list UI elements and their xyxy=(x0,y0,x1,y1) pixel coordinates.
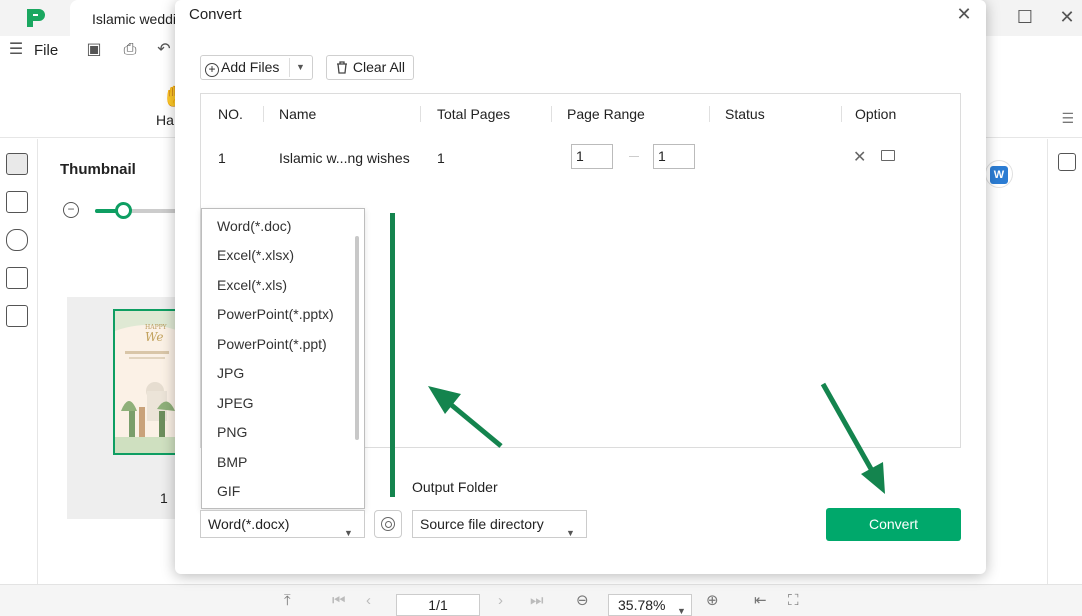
menu-icon[interactable]: ☰ xyxy=(6,40,26,60)
next-page-icon[interactable]: › xyxy=(498,593,503,609)
word-icon: W xyxy=(990,166,1008,184)
wedding-card-illustration: HAPPY We xyxy=(115,311,175,453)
zoom-level-value: 35.78% xyxy=(618,597,666,613)
thumbnail-title: Thumbnail xyxy=(60,161,136,178)
annotation-arrow-down xyxy=(820,382,885,494)
status-bar: ⤒ ⏮ ‹ › ⏭ ⊖ ⊕ ⇤ ⛶ xyxy=(0,584,1082,616)
thumbnail-page-image[interactable]: HAPPY We xyxy=(113,309,177,455)
convert-button[interactable]: Convert xyxy=(826,508,961,541)
page-indicator-input[interactable]: 1/1 xyxy=(396,594,480,616)
properties-icon[interactable] xyxy=(1058,153,1076,171)
hand-tool-label[interactable]: Ha xyxy=(156,112,174,128)
chevron-down-icon: ▼ xyxy=(344,528,353,538)
thumbnail-panel-icon[interactable] xyxy=(6,153,28,175)
comment-icon[interactable] xyxy=(6,267,28,289)
bookmark-icon[interactable] xyxy=(6,191,28,213)
last-page-icon[interactable]: ⏭ xyxy=(530,593,544,609)
collapse-ribbon-icon[interactable]: ☰ xyxy=(1061,110,1074,127)
zoom-level-select[interactable]: 35.78% ▼ xyxy=(608,594,692,616)
thumbnail-zoom-handle[interactable] xyxy=(114,202,132,219)
word-badge[interactable]: W xyxy=(985,160,1013,188)
save-icon[interactable]: ▣ xyxy=(84,40,104,60)
format-select[interactable]: Word(*.docx) ▼ xyxy=(200,510,365,538)
first-page-icon[interactable]: ⤒ xyxy=(284,593,291,609)
zoom-in-status-icon[interactable]: ⊕ xyxy=(706,593,719,609)
chevron-down-icon: ▼ xyxy=(566,528,575,538)
maximize-icon[interactable]: ☐ xyxy=(1014,6,1036,28)
svg-text:We: We xyxy=(145,330,163,344)
selected-format-value: Word(*.docx) xyxy=(208,516,290,532)
layers-icon[interactable] xyxy=(6,305,28,327)
print-icon[interactable]: ⎙ xyxy=(120,40,140,60)
zoom-out-icon[interactable]: − xyxy=(63,202,79,218)
app-logo-icon xyxy=(27,9,45,27)
thumbnail-panel: Thumbnail − HAPPY We 1 xyxy=(39,139,179,584)
output-folder-label: Output Folder xyxy=(412,479,498,495)
chevron-down-icon: ▼ xyxy=(677,606,686,616)
window-close-icon[interactable]: ✕ xyxy=(1056,6,1078,28)
prev-page-icon[interactable]: ‹ xyxy=(366,593,371,609)
annotation-arrows xyxy=(428,382,885,494)
left-sidebar xyxy=(0,139,38,584)
prev-skip-icon[interactable]: ⏮ xyxy=(332,593,346,609)
convert-dialog: Convert ✕ + Add Files ▼ Clear All NO. Nam… xyxy=(175,0,986,574)
output-folder-value: Source file directory xyxy=(420,516,544,532)
document-tab[interactable]: Islamic weddi xyxy=(70,0,190,36)
format-settings-button[interactable] xyxy=(374,510,402,538)
fit-width-icon[interactable]: ⇤ xyxy=(754,593,767,609)
fit-page-icon[interactable]: ⛶ xyxy=(788,593,799,609)
gear-icon xyxy=(381,517,395,531)
file-menu[interactable]: File xyxy=(34,42,58,59)
thumbnail-page-number: 1 xyxy=(160,490,168,506)
right-sidebar xyxy=(1047,139,1082,584)
attachment-icon[interactable] xyxy=(6,229,28,251)
annotation-arrow-left xyxy=(428,386,503,448)
output-folder-select[interactable]: Source file directory ▼ xyxy=(412,510,587,538)
undo-icon[interactable]: ↶ xyxy=(154,40,174,60)
zoom-out-status-icon[interactable]: ⊖ xyxy=(576,593,589,609)
